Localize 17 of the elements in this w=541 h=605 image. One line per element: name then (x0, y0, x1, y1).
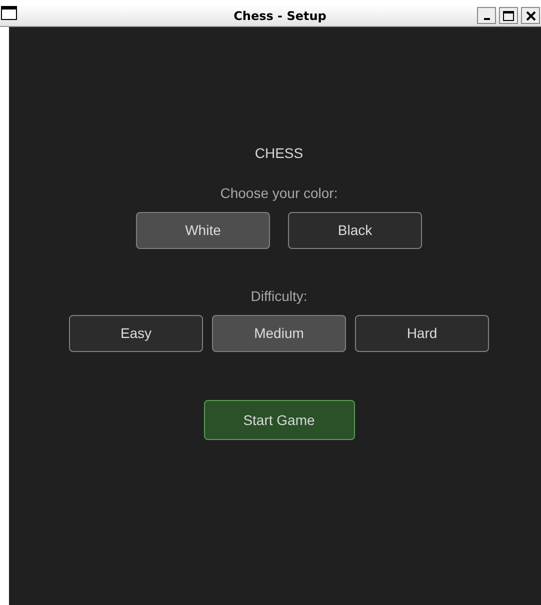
maximize-button[interactable] (499, 7, 518, 24)
color-option-button[interactable]: Black (288, 212, 422, 249)
difficulty-prompt: Difficulty: (250, 287, 308, 305)
color-prompt: Choose your color: (220, 184, 338, 202)
color-option-button[interactable]: White (136, 212, 270, 249)
difficulty-option-button[interactable]: Hard (355, 315, 489, 352)
minimize-button[interactable] (477, 7, 496, 24)
minimize-icon (484, 18, 490, 20)
window-icon[interactable] (1, 6, 17, 20)
window-title: Chess - Setup (234, 8, 326, 24)
difficulty-option-button[interactable]: Medium (212, 315, 346, 352)
close-icon (526, 10, 536, 20)
difficulty-option-button[interactable]: Easy (69, 315, 203, 352)
close-button[interactable] (521, 7, 540, 24)
maximize-icon (503, 10, 514, 20)
start-game-button[interactable]: Start Game (204, 400, 354, 440)
heading: CHESS (254, 144, 304, 162)
